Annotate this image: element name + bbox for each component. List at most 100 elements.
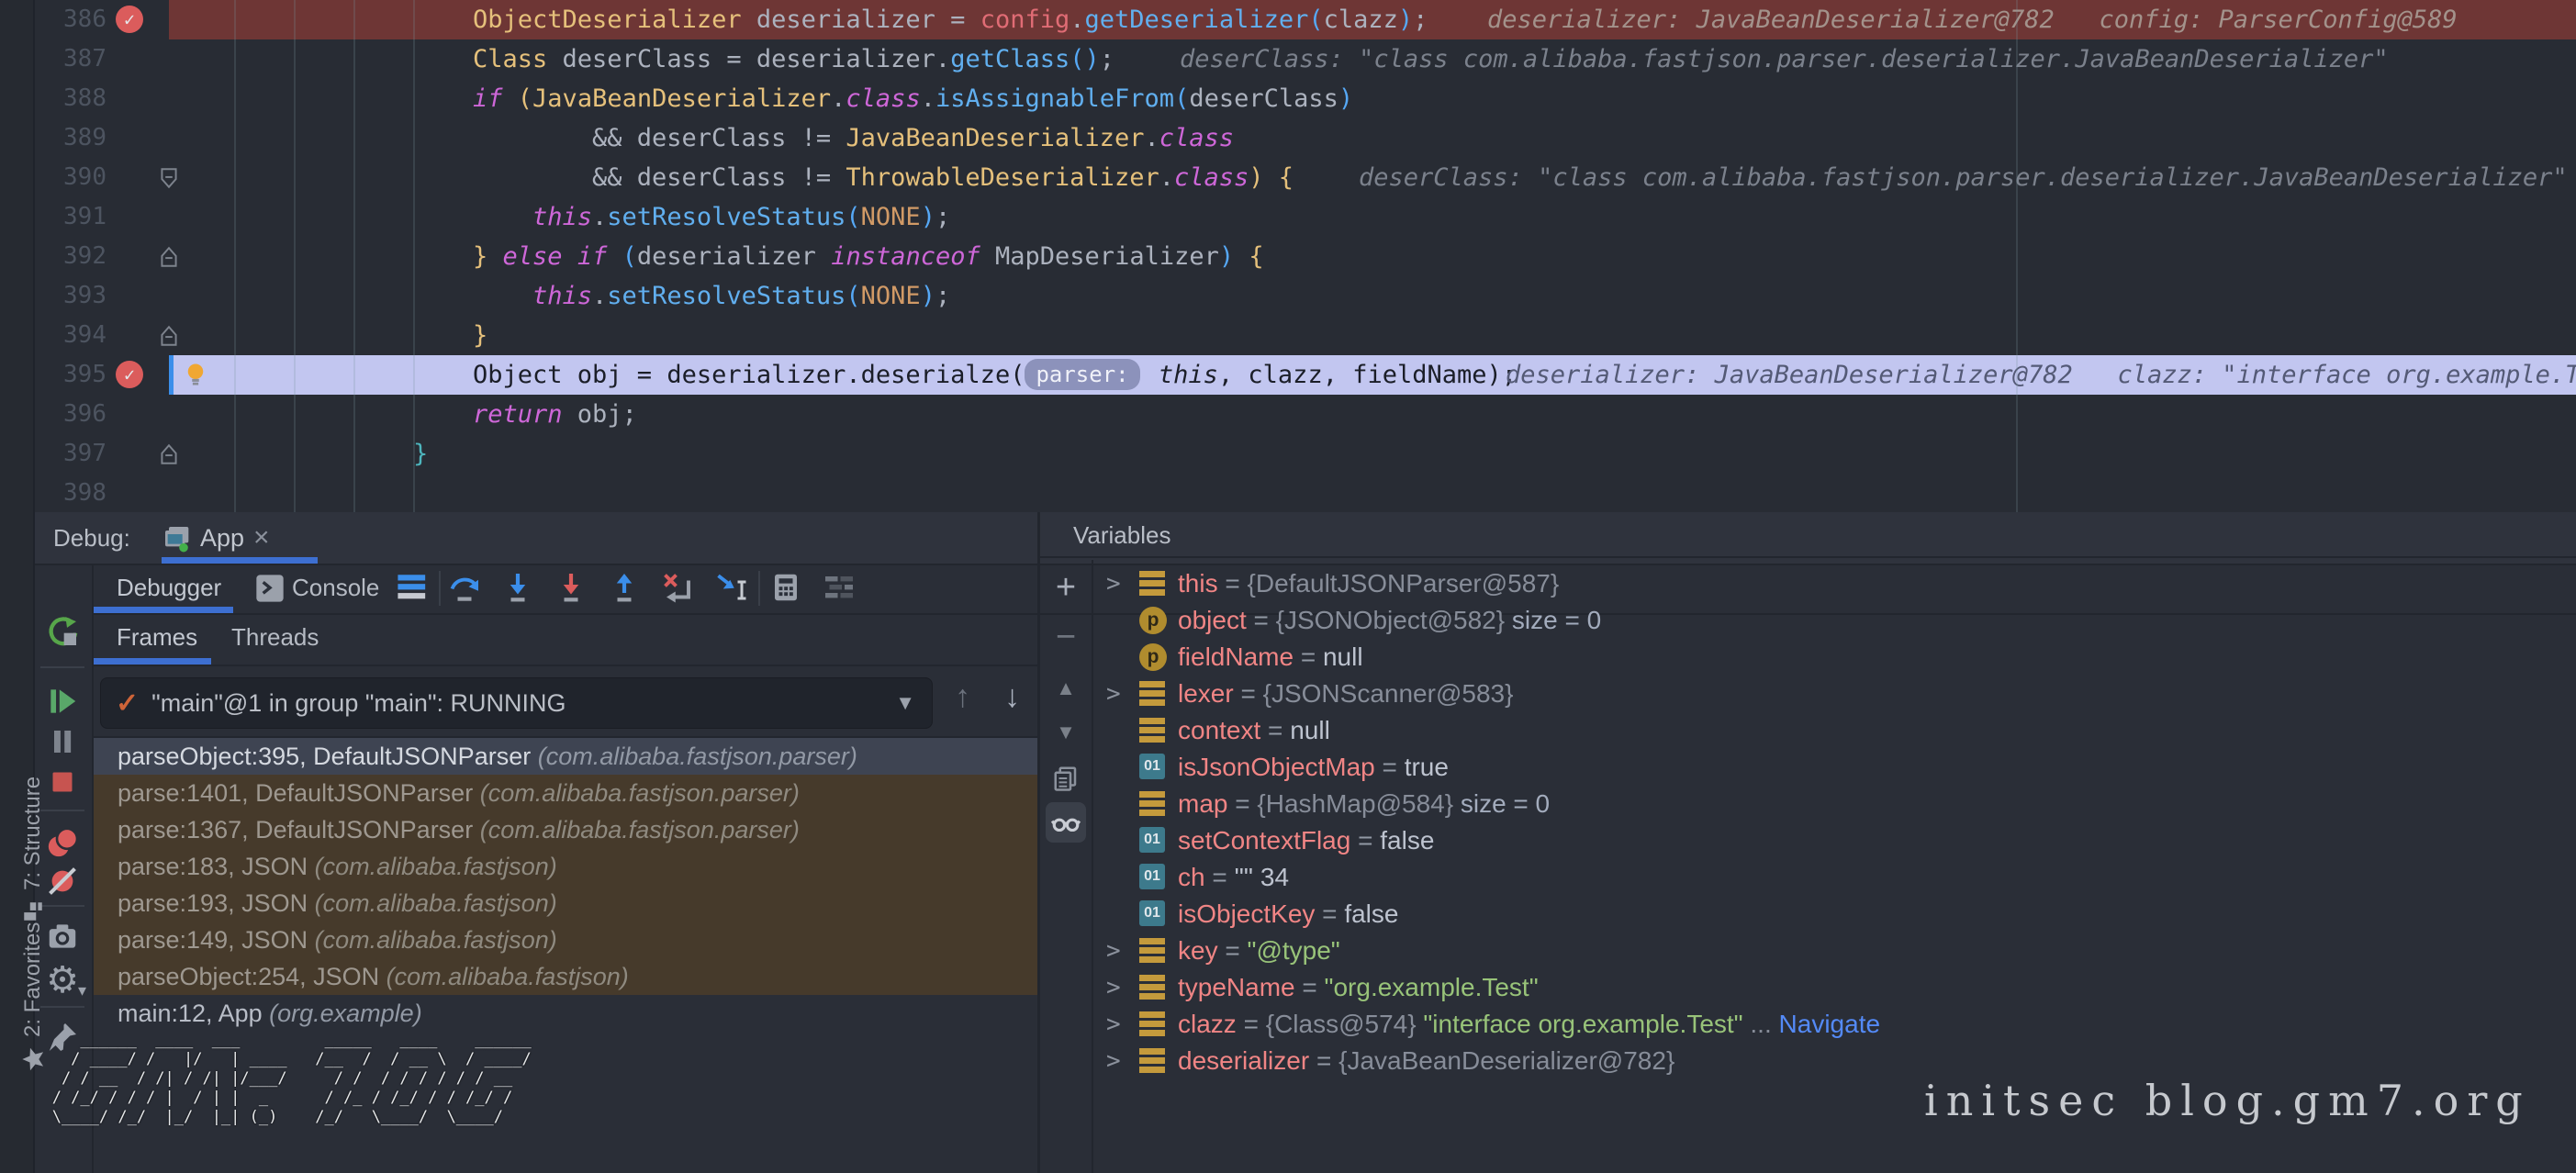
step-into-icon[interactable] [501,571,534,604]
divider [758,571,760,606]
variable-row[interactable]: >typeName = "org.example.Test" [1093,969,2575,1006]
line-number: 386 [33,0,106,39]
code-text: if (JavaBeanDeserializer.class.isAssigna… [473,79,1353,118]
line-number: 390 [33,158,106,197]
code-text: this.setResolveStatus(NONE); [532,197,950,237]
stack-frame-row[interactable]: parse:1367, DefaultJSONParser (com.aliba… [94,811,1037,848]
variable-row[interactable]: map = {HashMap@584} size = 0 [1093,786,2575,822]
stack-frame-row[interactable]: parse:1401, DefaultJSONParser (com.aliba… [94,775,1037,811]
fold-marker-icon[interactable] [158,324,180,348]
execution-point-menu-icon[interactable] [397,571,430,604]
remove-watch-button[interactable]: − [1046,617,1086,657]
fold-marker-icon[interactable] [158,442,180,466]
variable-row[interactable]: context = null [1093,712,2575,749]
code-text: Object obj = deserializer.deserialze(par… [473,355,1517,395]
line-number: 388 [33,79,106,118]
indent-guide [413,0,415,512]
stack-frame-row[interactable]: parseObject:395, DefaultJSONParser (com.… [94,738,1037,775]
tab-threads[interactable]: Threads [231,613,319,661]
code-editor[interactable]: 386 ✓ ObjectDeserializer deserializer = co… [33,0,2576,512]
thread-selector-row: ✓ "main"@1 in group "main": RUNNING ▼ ↑ … [94,666,1037,738]
expand-chevron-icon: > [1106,933,1121,969]
field-icon [1139,717,1167,744]
ide-window: 7: Structure 2: Favorites 386 ✓ ObjectDese… [0,0,2576,1173]
console-icon [255,574,288,607]
variable-row[interactable]: 01 isObjectKey = false [1093,896,2575,933]
tool-window-stripe: 7: Structure 2: Favorites [0,0,35,1173]
tab-console[interactable]: Console [292,564,379,611]
variable-row[interactable]: 01setContextFlag = false [1093,822,2575,859]
variable-text: map = {HashMap@584} size = 0 [1178,786,1550,822]
fold-marker-icon[interactable] [158,166,180,190]
drop-frame-icon[interactable] [661,571,694,604]
variable-row[interactable]: pobject = {JSONObject@582} size = 0 [1093,602,2575,639]
variable-text: this = {DefaultJSONParser@587} [1178,565,1559,602]
debug-label: Debug: [53,512,130,564]
step-out-icon[interactable] [608,571,641,604]
move-up-button[interactable]: ▲ [1046,668,1086,709]
stack-frame-row[interactable]: parse:149, JSON (com.alibaba.fastjson) [94,922,1037,958]
code-text: ObjectDeserializer deserializer = config… [473,0,1428,39]
ascii-art-watermark: ______ ____ ___ _____ ____ ______ / ____… [24,1031,532,1127]
add-watch-button[interactable]: + [1046,567,1086,608]
evaluate-expression-icon[interactable] [769,571,802,604]
line-number: 393 [33,276,106,316]
stack-frame-row[interactable]: main:12, App (org.example) [94,995,1037,1032]
thread-status-check-icon: ✓ [116,687,139,720]
breakpoint-icon[interactable]: ✓ [116,6,143,33]
variable-text: setContextFlag = false [1178,822,1434,859]
variable-row[interactable]: 01isJsonObjectMap = true [1093,749,2575,786]
move-down-button[interactable]: ▼ [1046,712,1086,753]
frame-down-button[interactable]: ↓ [1004,679,1020,715]
duplicate-icon[interactable] [1046,758,1086,799]
code-text: } [473,316,487,355]
divider [439,571,441,606]
stack-frame-row[interactable]: parse:193, JSON (com.alibaba.fastjson) [94,885,1037,922]
variable-row[interactable]: >key = "@type" [1093,933,2575,969]
stack-frame-row[interactable]: parse:183, JSON (com.alibaba.fastjson) [94,848,1037,885]
variable-text: isObjectKey = false [1178,896,1398,933]
show-watches-glasses-button[interactable] [1046,802,1086,843]
tab-frames[interactable]: Frames [117,613,197,661]
expand-chevron-icon: > [1106,969,1121,1006]
expand-chevron-icon: > [1106,1043,1121,1079]
intention-bulb-icon[interactable] [182,361,210,389]
breakpoint-icon[interactable]: ✓ [116,361,143,388]
run-to-cursor-icon[interactable] [714,571,747,604]
field-icon [1139,680,1167,708]
indent-guide [234,0,236,512]
inline-debugger-hint: deserializer: JavaBeanDeserializer@782 c… [1506,355,2576,395]
frames-tab-bar: Frames Threads [94,613,1037,666]
rerun-button[interactable] [42,611,83,652]
code-text: } else if (deserializer instanceof MapDe… [473,237,1264,276]
inline-debugger-hint: deserializer: JavaBeanDeserializer@782 c… [1487,0,2458,39]
variable-row[interactable]: 01ch = '"' 34 [1093,859,2575,896]
tab-debugger[interactable]: Debugger [117,564,221,611]
variable-text: lexer = {JSONScanner@583} [1178,676,1513,712]
line-number: 392 [33,237,106,276]
layout-settings-icon[interactable] [823,571,856,604]
variable-row[interactable]: >deserializer = {JavaBeanDeserializer@78… [1093,1043,2575,1079]
variable-row[interactable]: >lexer = {JSONScanner@583} [1093,676,2575,712]
field-icon [1139,790,1167,818]
force-step-into-icon[interactable] [554,571,588,604]
variable-row[interactable]: >clazz = {Class@574} "interface org.exam… [1093,1006,2575,1043]
active-tab-indicator [94,607,233,613]
frame-up-button[interactable]: ↑ [955,679,970,715]
variable-text: object = {JSONObject@582} size = 0 [1178,602,1601,639]
stack-frame-row[interactable]: parseObject:254, JSON (com.alibaba.fastj… [94,958,1037,995]
indent-guide [294,0,296,512]
variables-toolbar: + − ▲ ▼ [1040,560,1093,1173]
line-number: 395 [33,355,106,395]
variable-row[interactable]: pfieldName = null [1093,639,2575,676]
line-number: 389 [33,118,106,158]
fold-marker-icon[interactable] [158,245,180,269]
thread-selector[interactable]: ✓ "main"@1 in group "main": RUNNING ▼ [100,677,933,729]
step-over-icon[interactable] [448,571,481,604]
code-text: && deserClass != JavaBeanDeserializer.cl… [592,118,1234,158]
primitive-icon: 01 [1139,900,1167,928]
close-icon[interactable]: × [253,524,270,552]
variable-text: ch = '"' 34 [1178,859,1289,896]
variable-row[interactable]: >this = {DefaultJSONParser@587} [1093,565,2575,602]
debug-session-tab[interactable]: App × [162,512,270,564]
